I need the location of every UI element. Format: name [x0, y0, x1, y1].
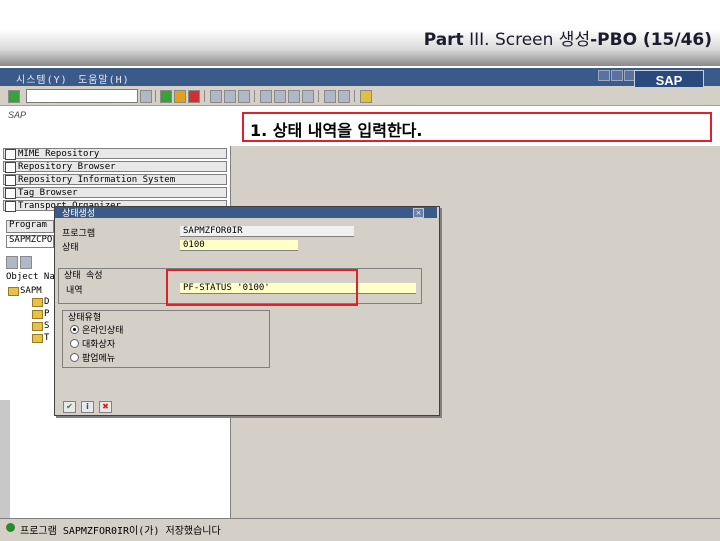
program-field: SAPMZFOR0IR [180, 226, 354, 237]
folder-icon [32, 310, 43, 319]
maximize-icon[interactable] [611, 70, 623, 81]
program-label: 프로그램 [62, 229, 96, 239]
nav-tag-browser[interactable]: Tag Browser [3, 187, 227, 198]
short-text-label: 내역 [66, 286, 83, 296]
tree-item[interactable]: S [44, 321, 49, 331]
find-next-icon[interactable] [238, 90, 250, 103]
last-page-icon[interactable] [302, 90, 314, 103]
tree-root[interactable]: SAPM [20, 286, 42, 296]
tree-item[interactable]: D [44, 297, 49, 307]
toolbar-separator [254, 90, 255, 102]
confirm-check-icon[interactable]: ✔ [63, 401, 76, 413]
enter-icon[interactable] [8, 90, 20, 103]
nav-back-icon[interactable] [6, 256, 18, 269]
status-label: 상태 [62, 243, 79, 253]
cancel-icon[interactable] [188, 90, 200, 103]
toolbar-separator [318, 90, 319, 102]
instruction-text: 1. 상태 내역을 입력한다. [250, 121, 423, 140]
nav-repository-browser[interactable]: Repository Browser [3, 161, 227, 172]
short-text-highlight [166, 269, 358, 306]
toolbar-separator [354, 90, 355, 102]
toolbar-separator [204, 90, 205, 102]
toolbar-separator [155, 90, 156, 102]
folder-icon [32, 334, 43, 343]
first-page-icon[interactable] [260, 90, 272, 103]
print-icon[interactable] [210, 90, 222, 103]
status-type-label: 상태유형 [68, 313, 102, 323]
tree-item[interactable]: P [44, 309, 49, 319]
new-session-icon[interactable] [324, 90, 336, 103]
next-page-icon[interactable] [288, 90, 300, 103]
info-icon[interactable]: i [81, 401, 94, 413]
tree-item[interactable]: T [44, 333, 49, 343]
folder-icon [32, 322, 43, 331]
folder-icon [32, 298, 43, 307]
radio-popup-menu-label: 팝업메뉴 [82, 354, 116, 364]
save-icon[interactable] [140, 90, 152, 103]
exit-icon[interactable] [174, 90, 186, 103]
back-icon[interactable] [160, 90, 172, 103]
slide-title: Part III. Screen 생성-PBO (15/46) [423, 30, 712, 50]
status-input[interactable]: 0100 [180, 240, 298, 251]
find-icon[interactable] [224, 90, 236, 103]
transport-icon [5, 201, 16, 212]
menu-item-system[interactable]: 시스템(Y) [16, 71, 68, 86]
object-name-column: Object Na [6, 272, 55, 282]
radio-dialog-box[interactable] [70, 339, 79, 348]
radio-online-status-label: 온라인상태 [82, 326, 124, 336]
menu-item-help[interactable]: 도움말(H) [78, 71, 130, 86]
nav-forward-icon[interactable] [20, 256, 32, 269]
cancel-x-icon[interactable]: ✖ [99, 401, 112, 413]
dialog-titlebar [55, 207, 437, 218]
previous-page-icon[interactable] [274, 90, 286, 103]
minimize-icon[interactable] [598, 70, 610, 81]
status-message: 프로그램 SAPMZFOR0IR이(가) 저장했습니다 [20, 526, 221, 537]
info-system-icon [5, 175, 16, 186]
folder-icon [8, 287, 19, 296]
object-name-value: SAPMZCPO [9, 235, 53, 245]
dialog-title: 상태생성 [62, 209, 96, 219]
browser-icon [5, 162, 16, 173]
success-icon [6, 523, 15, 532]
object-type-label: Program [9, 220, 47, 230]
nav-repository-info-system[interactable]: Repository Information System [3, 174, 227, 185]
radio-online-status[interactable] [70, 325, 79, 334]
command-field[interactable] [26, 89, 138, 103]
nav-mime-repository[interactable]: MIME Repository [3, 148, 227, 159]
radio-dialog-box-label: 대화상자 [82, 340, 116, 350]
mime-icon [5, 149, 16, 160]
tag-icon [5, 188, 16, 199]
help-icon[interactable] [360, 90, 372, 103]
dialog-close-icon[interactable]: × [413, 208, 424, 218]
status-attributes-label: 상태 속성 [64, 271, 103, 281]
radio-popup-menu[interactable] [70, 353, 79, 362]
vertical-scrollbar[interactable] [0, 400, 10, 518]
app-label: SAP [8, 110, 27, 120]
shortcut-icon[interactable] [338, 90, 350, 103]
